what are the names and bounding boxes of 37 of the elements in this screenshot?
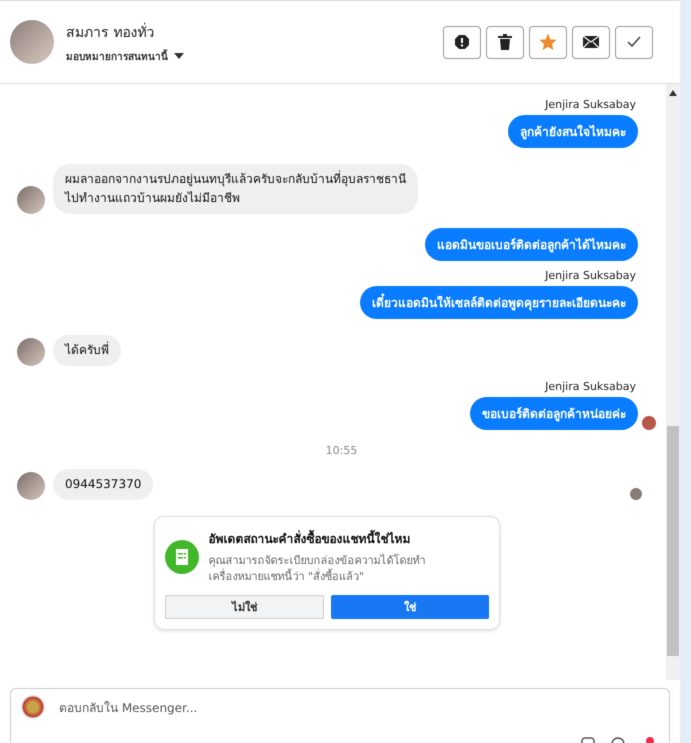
sender-name: Jenjira Suksabay [545, 380, 636, 393]
scroll-thumb[interactable] [667, 426, 679, 656]
scrollbar[interactable] [666, 84, 680, 680]
scroll-up-icon[interactable] [669, 90, 677, 96]
contact-avatar [17, 338, 45, 366]
outgoing-message: ลูกค้ายังสนใจไหมคะ [508, 115, 638, 148]
incoming-message: ได้ครับพี่ [53, 335, 121, 366]
mail-icon [583, 36, 599, 48]
timestamp: 10:55 [326, 444, 358, 457]
trash-button[interactable] [486, 26, 524, 58]
yes-button[interactable]: ใช่ [331, 595, 488, 619]
receipt-icon [164, 540, 198, 574]
alert-icon [454, 34, 470, 50]
mail-button[interactable] [572, 26, 610, 58]
contact-avatar [17, 472, 45, 500]
caret-icon[interactable] [174, 53, 184, 59]
incoming-message: 0944537370 [53, 469, 154, 500]
sender-name: Jenjira Suksabay [545, 98, 636, 111]
check-icon [627, 36, 641, 48]
incoming-message: ผมลาออกจากงานรปภอยู่นนทบุรีแล้วครับจะกลับบ้านที่อุบลราชธานี ไปทำงานแถวบ้านผมยังไม่มีอาชีพ [53, 164, 418, 214]
outgoing-message: แอดมินขอเบอร์ติดต่อลูกค้าได้ไหมคะ [425, 228, 638, 261]
no-button[interactable]: ไม่ใช่ [164, 595, 324, 619]
contact-avatar [10, 20, 54, 64]
outgoing-message: เดี๋ยวแอดมินให้เซลล์ติดต่อพูดคุยรายละเอียดนะคะ [360, 286, 638, 319]
contact-name: สมภาร ทองทั่ว [66, 22, 156, 42]
assign-conversation-link[interactable]: มอบหมายการสนทนานี้ [66, 48, 168, 64]
trash-icon [498, 34, 512, 50]
star-button[interactable] [529, 26, 567, 58]
reply-box[interactable]: ตอบกลับใน Messenger... [10, 688, 670, 743]
sender-name: Jenjira Suksabay [545, 269, 636, 282]
card-title: อัพเดตสถานะคำสั่งซื้อของแชทนี้ใช่ไหม [208, 529, 458, 548]
card-description: คุณสามารถจัดระเบียบกล่องข้อความได้โดยทำเครื่องหมายแชทนี้ว่า "สั่งซื้อแล้ว" [208, 553, 426, 585]
outgoing-message: ขอเบอร์ติดต่อลูกค้าหน่อยค่ะ [470, 397, 638, 430]
user-avatar [21, 695, 45, 719]
check-button[interactable] [615, 26, 653, 58]
contact-avatar [17, 186, 45, 214]
alert-button[interactable] [443, 26, 481, 58]
